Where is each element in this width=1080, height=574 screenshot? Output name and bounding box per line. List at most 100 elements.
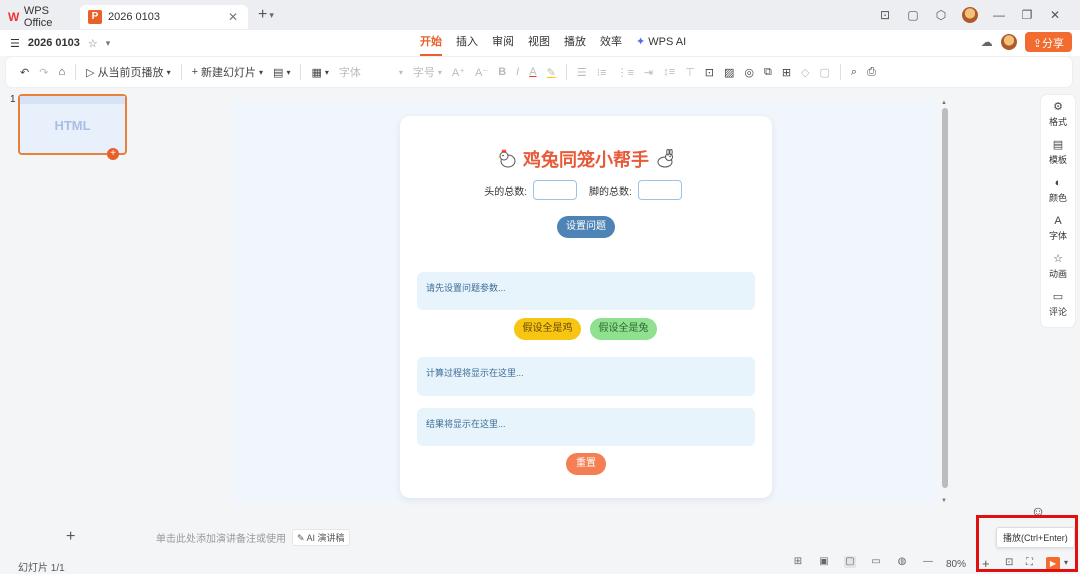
new-slide-label: 新建幻灯片 <box>201 67 257 79</box>
textbox-icon[interactable]: ⊡ <box>705 66 714 79</box>
line-spacing-icon[interactable]: ↕≡ <box>663 66 675 78</box>
tab-review[interactable]: 审阅 <box>492 30 514 56</box>
ai-icon: ✎ <box>297 532 307 543</box>
minimize-icon[interactable]: — <box>992 8 1006 22</box>
format-painter-icon[interactable]: ⌂ <box>58 66 65 78</box>
hamburger-menu-icon[interactable]: ☰ <box>10 37 20 50</box>
screenshot-icon[interactable]: ⊡ <box>878 8 892 22</box>
slide-sorter-icon[interactable]: ▣ <box>818 556 830 568</box>
font-family-select[interactable]: 字体 ▾ <box>339 64 403 80</box>
print-icon[interactable]: ⎙ <box>867 66 876 79</box>
outline-icon[interactable]: ▢ <box>820 66 830 79</box>
slide-thumbnail[interactable]: HTML + <box>18 94 127 160</box>
share-button[interactable]: ⇪分享 <box>1024 32 1072 52</box>
cube-icon[interactable]: ⬡ <box>934 8 948 22</box>
align-icon[interactable]: ☰ <box>577 66 587 79</box>
arrange-icon[interactable]: ⧉ <box>764 66 772 79</box>
reading-view-icon[interactable]: ▢ <box>844 556 856 568</box>
bullets-icon[interactable]: ⁝≡ <box>597 66 607 79</box>
star-icon: ☆ <box>1053 252 1063 265</box>
template-label: 模板 <box>1048 154 1067 165</box>
wps-ai-icon: ✦ <box>636 36 649 48</box>
restore-icon[interactable]: ❐ <box>1020 8 1034 22</box>
assume-all-rabbit-button[interactable]: 假设全是兔 <box>590 318 657 340</box>
avatar[interactable] <box>1000 34 1017 50</box>
app-card: 鸡兔同笼小帮手 头的总数: 脚的总数: 设置问题 请先设置问题参数... 假设全… <box>400 116 772 498</box>
chevron-down-icon[interactable]: ▾ <box>106 38 111 49</box>
decrease-font-icon[interactable]: A⁻ <box>475 66 488 79</box>
tab-play[interactable]: 播放 <box>564 30 586 56</box>
notes-view-icon[interactable]: ▭ <box>870 556 882 568</box>
indent-icon[interactable]: ⇥ <box>644 66 653 79</box>
tab-home[interactable]: 开始 <box>420 30 442 56</box>
comment-panel-button[interactable]: ▭ 评论 <box>1041 285 1075 323</box>
notes-placeholder[interactable]: 单击此处添加演讲备注或使用 <box>156 530 286 545</box>
redo-icon[interactable]: ↷ <box>39 66 48 79</box>
new-slide-button[interactable]: + 新建幻灯片 ▾ <box>192 64 263 80</box>
color-panel-button[interactable]: ◐ 颜色 <box>1041 171 1075 209</box>
zoom-out-icon[interactable]: — <box>922 556 934 568</box>
close-tab-icon[interactable]: ✕ <box>228 10 238 24</box>
template-icon: ▤ <box>1052 138 1064 151</box>
globe-icon[interactable]: ◍ <box>896 556 908 568</box>
tab-wps-office[interactable]: W WPS Office <box>0 5 80 29</box>
text-direction-icon[interactable]: ⊤ <box>685 66 695 79</box>
avatar[interactable] <box>962 7 978 23</box>
scrollbar-thumb[interactable] <box>942 108 948 488</box>
numbering-icon[interactable]: ⋮≡ <box>617 66 634 79</box>
tab-insert[interactable]: 插入 <box>456 30 478 56</box>
scroll-down-icon[interactable]: ▼ <box>941 498 947 504</box>
notes-bar[interactable]: 单击此处添加演讲备注或使用 ✎ AI 演讲稿 <box>140 527 970 547</box>
reset-button[interactable]: 重置 <box>566 453 606 475</box>
inputs-row: 头的总数: 脚的总数: <box>400 180 772 200</box>
font-size-select[interactable]: 字号 ▾ <box>413 64 442 80</box>
feet-input[interactable] <box>637 180 682 200</box>
font-color-icon[interactable]: A <box>529 66 536 78</box>
tab-efficiency[interactable]: 效率 <box>600 30 622 56</box>
add-slide-icon[interactable]: + <box>107 148 119 160</box>
chevron-down-icon: ▾ <box>398 67 403 77</box>
normal-view-icon[interactable]: ⊞ <box>792 556 804 568</box>
bold-icon[interactable]: B <box>498 66 506 78</box>
shape-icon[interactable]: ◎ <box>744 66 754 79</box>
heads-input[interactable] <box>533 180 577 200</box>
scroll-up-icon[interactable]: ▲ <box>941 100 947 106</box>
font-panel-button[interactable]: A 字体 <box>1041 209 1075 247</box>
cloud-icon[interactable]: ☁ <box>981 35 993 49</box>
format-panel-button[interactable]: ⚙ 格式 <box>1041 95 1075 133</box>
tab-view[interactable]: 视图 <box>528 30 550 56</box>
star-icon[interactable]: ☆ <box>88 37 98 50</box>
undo-icon[interactable]: ↶ <box>20 66 29 79</box>
document-name[interactable]: 2026 0103 <box>28 37 80 49</box>
ai-speech-button[interactable]: ✎ AI 演讲稿 <box>292 528 350 546</box>
search-icon[interactable]: ⌕ <box>851 66 857 79</box>
template-panel-button[interactable]: ▤ 模板 <box>1041 133 1075 171</box>
picture-icon[interactable]: ▨ <box>724 66 734 79</box>
assume-all-chicken-button[interactable]: 假设全是鸡 <box>514 318 581 340</box>
highlight-icon[interactable]: ✎ <box>547 66 556 79</box>
increase-font-icon[interactable]: A⁺ <box>452 66 465 79</box>
plus-icon: + <box>191 66 199 78</box>
play-from-current-button[interactable]: ▷ 从当前页播放 ▾ <box>86 64 170 80</box>
chevron-down-icon[interactable]: ▾ <box>269 10 274 21</box>
tab-wps-ai[interactable]: ✦ WPS AI <box>636 30 686 56</box>
add-slide-button[interactable]: + <box>66 528 75 546</box>
divider <box>839 64 841 80</box>
group-icon[interactable]: ⊞ <box>782 66 791 79</box>
window-icon[interactable]: ▢ <box>906 8 920 22</box>
menu-bar: ☰ 2026 0103 ☆ ▾ 开始 插入 审阅 视图 播放 效率 ✦ WPS … <box>0 30 1080 56</box>
layout-icon[interactable]: ▤ ▾ <box>273 66 290 79</box>
italic-icon[interactable]: I <box>516 66 519 78</box>
font-size-label: 字号 <box>412 67 435 79</box>
zoom-level[interactable]: 80% <box>946 559 966 570</box>
fill-icon[interactable]: ◇ <box>801 66 809 79</box>
result-panel: 结果将显示在这里... <box>417 408 755 446</box>
close-window-icon[interactable]: ✕ <box>1048 8 1062 22</box>
setup-question-button[interactable]: 设置问题 <box>557 216 615 238</box>
new-tab-icon[interactable]: + <box>258 6 267 24</box>
tab-document[interactable]: P 2026 0103 ✕ <box>80 5 248 29</box>
vertical-scrollbar[interactable]: ▲ ▼ <box>940 100 950 504</box>
animation-panel-button[interactable]: ☆ 动画 <box>1041 247 1075 285</box>
ai-speech-label: AI 演讲稿 <box>306 532 345 543</box>
section-icon[interactable]: ▦ ▾ <box>311 66 328 79</box>
